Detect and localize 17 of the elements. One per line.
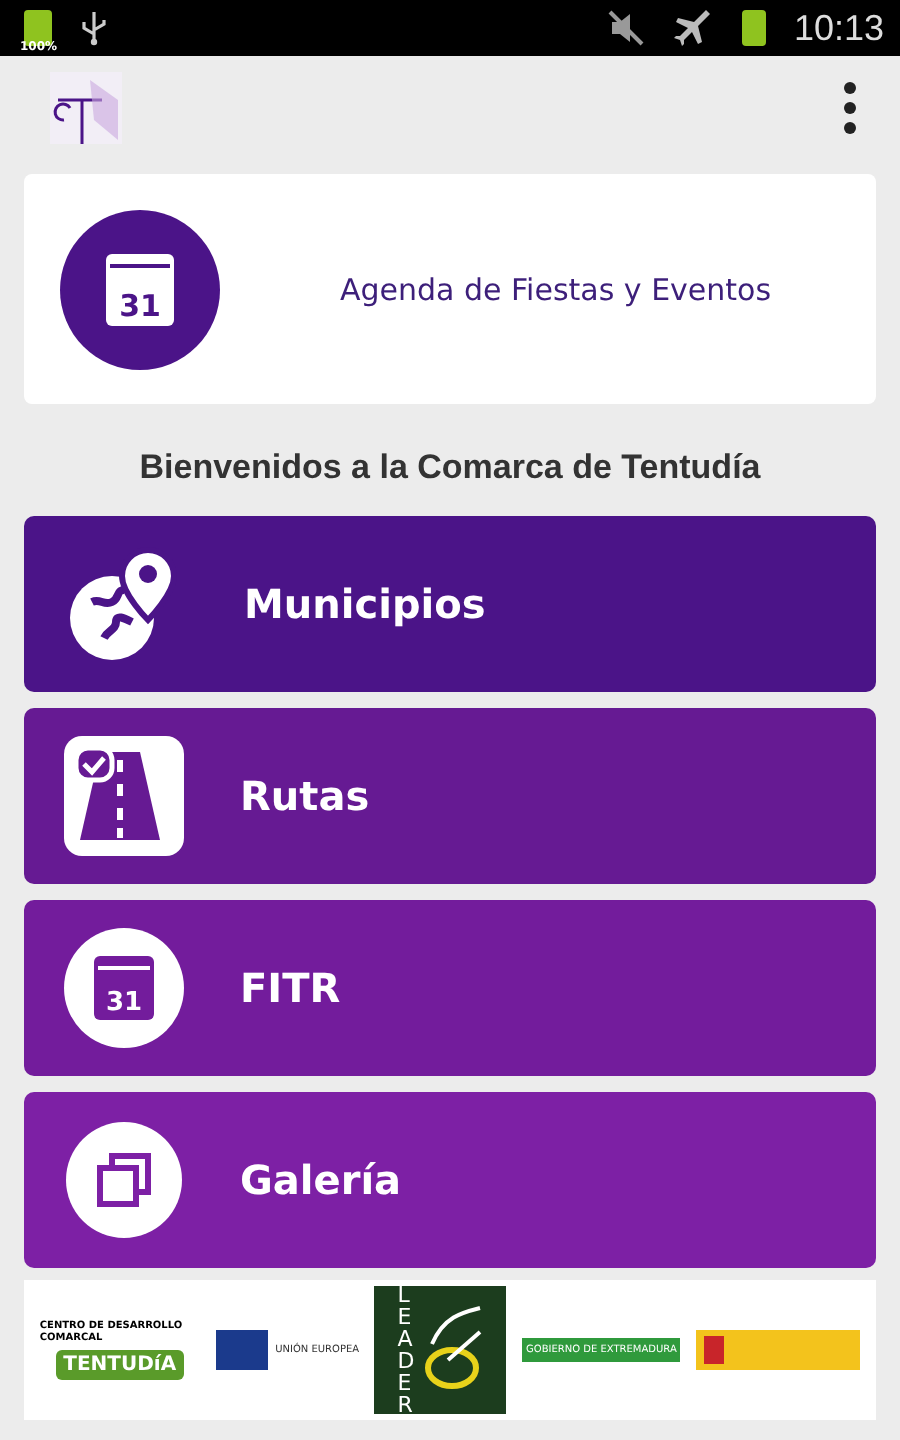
- mute-icon: [605, 10, 646, 46]
- menu-button[interactable]: Rutas: [24, 708, 876, 884]
- clock-text: 10:13: [793, 7, 884, 49]
- menu-button[interactable]: Municipios: [24, 516, 876, 692]
- airplane-icon: [673, 10, 714, 46]
- agenda-card[interactable]: 31 Agenda de Fiestas y Eventos: [24, 174, 876, 404]
- menu-button[interactable]: 31 FITR: [24, 900, 876, 1076]
- road-checkmark-icon: [64, 736, 184, 856]
- gallery-icon: [64, 1120, 184, 1240]
- calendar-icon: 31: [60, 209, 220, 369]
- usb-icon: [80, 10, 108, 46]
- calendar-icon: 31: [64, 928, 184, 1048]
- battery-icon: [741, 10, 766, 46]
- welcome-heading: Bienvenidos a la Comarca de Tentudía: [137, 448, 763, 488]
- menu-button[interactable]: Galería: [24, 1092, 876, 1268]
- leader-logo: LEADER: [374, 1286, 507, 1414]
- app-logo: [50, 72, 122, 144]
